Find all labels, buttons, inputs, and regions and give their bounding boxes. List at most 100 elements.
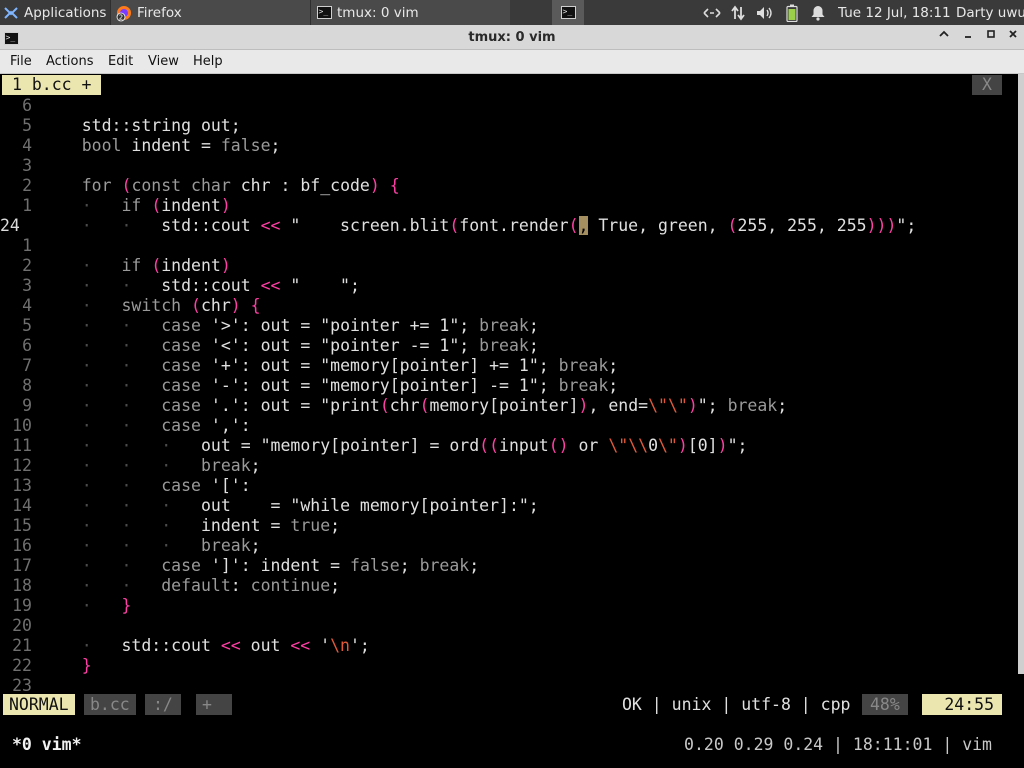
code-line[interactable]: 20 bbox=[0, 616, 1010, 636]
terminal-icon: >_ bbox=[315, 4, 333, 22]
user-menu[interactable]: Darty uwu bbox=[956, 0, 1024, 25]
clock[interactable]: Tue 12 Jul, 18:11 bbox=[838, 0, 950, 25]
code-text: · · · indent = true; bbox=[81, 516, 341, 535]
code-line-current[interactable]: 24 · · std::cout << " screen.blit(font.r… bbox=[0, 216, 1010, 236]
code-line[interactable]: 6 · · case '<': out = "pointer -= 1"; br… bbox=[0, 336, 1010, 356]
line-number: 6 bbox=[22, 336, 32, 355]
line-number: 16 bbox=[12, 536, 32, 555]
code-line[interactable]: 1 · if (indent) bbox=[0, 196, 1010, 216]
menu-view[interactable]: View bbox=[148, 50, 179, 74]
chevron-up-icon bbox=[939, 30, 949, 37]
line-number: 4 bbox=[22, 296, 32, 315]
code-line[interactable]: 12 · · · break; bbox=[0, 456, 1010, 476]
code-line[interactable]: 23 bbox=[0, 676, 1010, 696]
text-cursor: , bbox=[578, 216, 589, 235]
code-text: · · case '-': out = "memory[pointer] -= … bbox=[81, 376, 619, 395]
code-line[interactable]: 18 · · default: continue; bbox=[0, 576, 1010, 596]
line-number: 8 bbox=[22, 376, 32, 395]
code-text: · · case '+': out = "memory[pointer] += … bbox=[81, 356, 619, 375]
code-text: · · case ',': bbox=[81, 416, 251, 435]
line-number: 4 bbox=[22, 136, 32, 155]
vim-mode-indicator: NORMAL bbox=[3, 694, 75, 715]
code-line[interactable]: 22 } bbox=[0, 656, 1010, 676]
battery-icon[interactable] bbox=[780, 0, 804, 25]
code-text: · if (indent) bbox=[81, 196, 231, 215]
line-number: 24 bbox=[0, 216, 20, 235]
restore-button[interactable] bbox=[982, 28, 1000, 46]
top-panel: Applications 2 Firefox >_ tmux: 0 vim >_… bbox=[0, 0, 1024, 25]
line-number: 12 bbox=[12, 456, 32, 475]
code-line[interactable]: 16 · · · break; bbox=[0, 536, 1010, 556]
maximize-button[interactable] bbox=[959, 28, 977, 46]
vim-status-position: 24:55 bbox=[922, 694, 1002, 715]
line-number: 15 bbox=[12, 516, 32, 535]
vim-tab-active[interactable]: 1 b.cc + bbox=[2, 75, 102, 95]
code-text: · } bbox=[81, 596, 132, 615]
code-text: · · · break; bbox=[81, 536, 261, 555]
code-line[interactable]: 15 · · · indent = true; bbox=[0, 516, 1010, 536]
taskbar-item-terminal[interactable]: >_ bbox=[552, 0, 584, 25]
terminal-area[interactable]: 1 b.cc + X 65 std::string out; 4 bool ind… bbox=[0, 74, 1024, 768]
minimize-line-icon bbox=[965, 36, 971, 38]
network-icon[interactable] bbox=[700, 0, 724, 25]
menubar: File Actions Edit View Help bbox=[0, 50, 1024, 74]
vim-status-path: :/ bbox=[145, 694, 181, 715]
code-line[interactable]: 2 · if (indent) bbox=[0, 256, 1010, 276]
vim-statusline: NORMAL b.cc :/ + OK | unix | utf-8 | cpp… bbox=[0, 694, 1024, 715]
vim-tabline: 1 b.cc + X bbox=[0, 75, 1024, 95]
code-line[interactable]: 1 bbox=[0, 236, 1010, 256]
line-number: 17 bbox=[12, 556, 32, 575]
window-titlebar[interactable]: >_ tmux: 0 vim bbox=[0, 25, 1024, 50]
applications-label: Applications bbox=[24, 4, 107, 21]
line-number: 22 bbox=[12, 656, 32, 675]
line-number: 23 bbox=[12, 676, 32, 695]
menu-edit[interactable]: Edit bbox=[108, 50, 133, 74]
vim-tab-close-button[interactable]: X bbox=[972, 75, 1002, 95]
code-line[interactable]: 10 · · case ',': bbox=[0, 416, 1010, 436]
code-line[interactable]: 6 bbox=[0, 96, 1010, 116]
scrollbar[interactable] bbox=[1018, 74, 1024, 674]
line-number: 1 bbox=[22, 196, 32, 215]
code-line[interactable]: 8 · · case '-': out = "memory[pointer] -… bbox=[0, 376, 1010, 396]
vim-status-modified: + bbox=[196, 694, 232, 715]
applications-menu-button[interactable]: Applications bbox=[2, 0, 110, 25]
taskbar-item-tmux[interactable]: >_ tmux: 0 vim bbox=[310, 0, 510, 25]
code-text: · · std::cout << " screen.blit(font.rend… bbox=[81, 216, 917, 235]
menu-actions[interactable]: Actions bbox=[46, 50, 94, 74]
close-button[interactable] bbox=[1004, 28, 1022, 46]
menu-help[interactable]: Help bbox=[193, 50, 223, 74]
code-line[interactable]: 14 · · · out = "while memory[pointer]:"; bbox=[0, 496, 1010, 516]
code-text: · · case '<': out = "pointer -= 1"; brea… bbox=[81, 336, 539, 355]
menu-file[interactable]: File bbox=[10, 50, 32, 74]
code-line[interactable]: 5 · · case '>': out = "pointer += 1"; br… bbox=[0, 316, 1010, 336]
code-line[interactable]: 17 · · case ']': indent = false; break; bbox=[0, 556, 1010, 576]
code-line[interactable]: 5 std::string out; bbox=[0, 116, 1010, 136]
taskbar-label-firefox: Firefox bbox=[137, 4, 182, 21]
code-text: } bbox=[81, 656, 92, 675]
window-title: tmux: 0 vim bbox=[468, 30, 556, 45]
code-line[interactable]: 2 for (const char chr : bf_code) { bbox=[0, 176, 1010, 196]
code-line[interactable]: 3 · · std::cout << " "; bbox=[0, 276, 1010, 296]
volume-icon[interactable] bbox=[752, 0, 776, 25]
code-text: · · · out = "while memory[pointer]:"; bbox=[81, 496, 539, 515]
code-line[interactable]: 13 · · case '[': bbox=[0, 476, 1010, 496]
code-line[interactable]: 4 · switch (chr) { bbox=[0, 296, 1010, 316]
code-line[interactable]: 11 · · · out = "memory[pointer] = ord((i… bbox=[0, 436, 1010, 456]
taskbar-label-tmux: tmux: 0 vim bbox=[337, 4, 419, 21]
notification-bell-icon[interactable] bbox=[806, 0, 830, 25]
line-number: 2 bbox=[22, 256, 32, 275]
minimize-button[interactable] bbox=[935, 28, 953, 46]
code-line[interactable]: 19 · } bbox=[0, 596, 1010, 616]
xfce-logo-icon bbox=[2, 4, 20, 22]
line-number: 7 bbox=[22, 356, 32, 375]
transfer-icon[interactable] bbox=[726, 0, 750, 25]
code-line[interactable]: 9 · · case '.': out = "print(chr(memory[… bbox=[0, 396, 1010, 416]
code-line[interactable]: 21 · std::cout << out << '\n'; bbox=[0, 636, 1010, 656]
code-line[interactable]: 4 bool indent = false; bbox=[0, 136, 1010, 156]
code-line[interactable]: 3 bbox=[0, 156, 1010, 176]
code-line[interactable]: 7 · · case '+': out = "memory[pointer] +… bbox=[0, 356, 1010, 376]
tmux-window-label[interactable]: *0 vim* bbox=[12, 734, 82, 756]
taskbar-item-firefox[interactable]: 2 Firefox bbox=[110, 0, 310, 25]
code-text: for (const char chr : bf_code) { bbox=[81, 176, 400, 195]
firefox-icon: 2 bbox=[115, 4, 133, 22]
